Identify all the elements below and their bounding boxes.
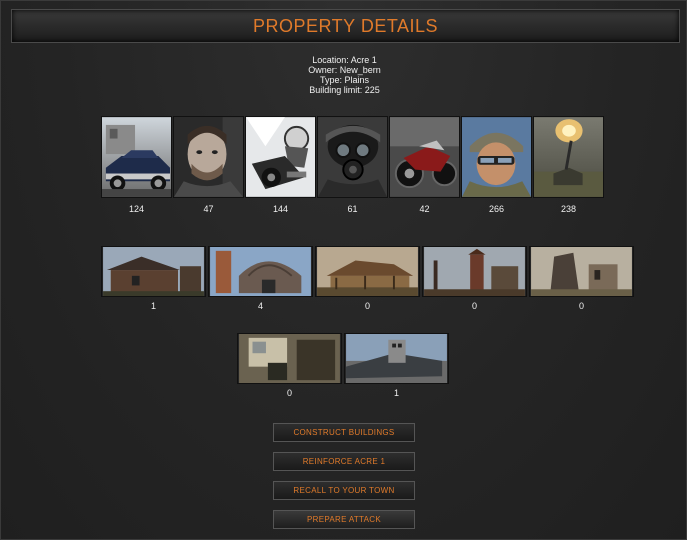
- game-panel: PROPERTY DETAILS Location: Acre 1 Owner:…: [0, 0, 687, 540]
- reinforce-acre-button[interactable]: REINFORCE ACRE 1: [273, 452, 415, 471]
- factory-interior-icon[interactable]: [237, 333, 342, 384]
- unit-slot[interactable]: 124: [101, 116, 172, 214]
- man-portrait-icon[interactable]: [173, 116, 244, 198]
- barn-silo-icon[interactable]: [208, 246, 313, 297]
- lumber-mill-icon[interactable]: [315, 246, 420, 297]
- unit-count: 42: [419, 204, 430, 214]
- building-count: 1: [393, 388, 399, 398]
- building-count: 0: [471, 301, 477, 311]
- location-text: Location: Acre 1: [312, 55, 377, 65]
- wooden-shack-icon[interactable]: [101, 246, 206, 297]
- helmet-soldier-icon[interactable]: [461, 116, 532, 198]
- prepare-attack-button[interactable]: PREPARE ATTACK: [273, 510, 415, 529]
- motorcycle-icon[interactable]: [389, 116, 460, 198]
- building-slot[interactable]: 0: [315, 246, 420, 311]
- unit-slot[interactable]: 144: [245, 116, 316, 214]
- page-title: PROPERTY DETAILS: [252, 16, 439, 36]
- extra-buildings-row: 0 1: [237, 333, 449, 398]
- unit-slot[interactable]: 47: [173, 116, 244, 214]
- owner-text: Owner: New_bern: [308, 65, 381, 75]
- building-slot[interactable]: 1: [101, 246, 206, 311]
- units-row: 124 47 144 61 42 266 238: [101, 116, 604, 214]
- construct-buildings-button[interactable]: CONSTRUCT BUILDINGS: [273, 423, 415, 442]
- gas-mask-soldier-icon[interactable]: [317, 116, 388, 198]
- type-text: Type: Plains: [319, 75, 370, 85]
- unit-slot[interactable]: 266: [461, 116, 532, 214]
- muscle-car-icon[interactable]: [101, 116, 172, 198]
- building-count: 0: [286, 388, 292, 398]
- recall-to-town-button[interactable]: RECALL TO YOUR TOWN: [273, 481, 415, 500]
- building-limit-text: Building limit: 225: [309, 85, 380, 95]
- motorbike-rider-icon[interactable]: [245, 116, 316, 198]
- mine-tower-icon[interactable]: [422, 246, 527, 297]
- action-buttons: CONSTRUCT BUILDINGS REINFORCE ACRE 1 REC…: [273, 423, 415, 539]
- unit-slot[interactable]: 61: [317, 116, 388, 214]
- building-count: 0: [364, 301, 370, 311]
- buildings-row: 1 4 0 0 0: [101, 246, 634, 311]
- unit-count: 144: [272, 204, 289, 214]
- building-slot[interactable]: 0: [422, 246, 527, 311]
- artillery-icon[interactable]: [533, 116, 604, 198]
- unit-count: 124: [128, 204, 145, 214]
- unit-count: 61: [347, 204, 358, 214]
- unit-slot[interactable]: 42: [389, 116, 460, 214]
- property-info: Location: Acre 1 Owner: New_bern Type: P…: [1, 55, 687, 95]
- unit-count: 266: [488, 204, 505, 214]
- building-slot[interactable]: 0: [529, 246, 634, 311]
- unit-slot[interactable]: 238: [533, 116, 604, 214]
- building-slot[interactable]: 1: [344, 333, 449, 398]
- armored-train-icon[interactable]: [344, 333, 449, 384]
- unit-count: 47: [203, 204, 214, 214]
- stone-ruin-icon[interactable]: [529, 246, 634, 297]
- panel-header: PROPERTY DETAILS: [11, 9, 680, 43]
- building-count: 4: [257, 301, 263, 311]
- building-count: 1: [150, 301, 156, 311]
- building-slot[interactable]: 0: [237, 333, 342, 398]
- unit-count: 238: [560, 204, 577, 214]
- building-count: 0: [578, 301, 584, 311]
- building-slot[interactable]: 4: [208, 246, 313, 311]
